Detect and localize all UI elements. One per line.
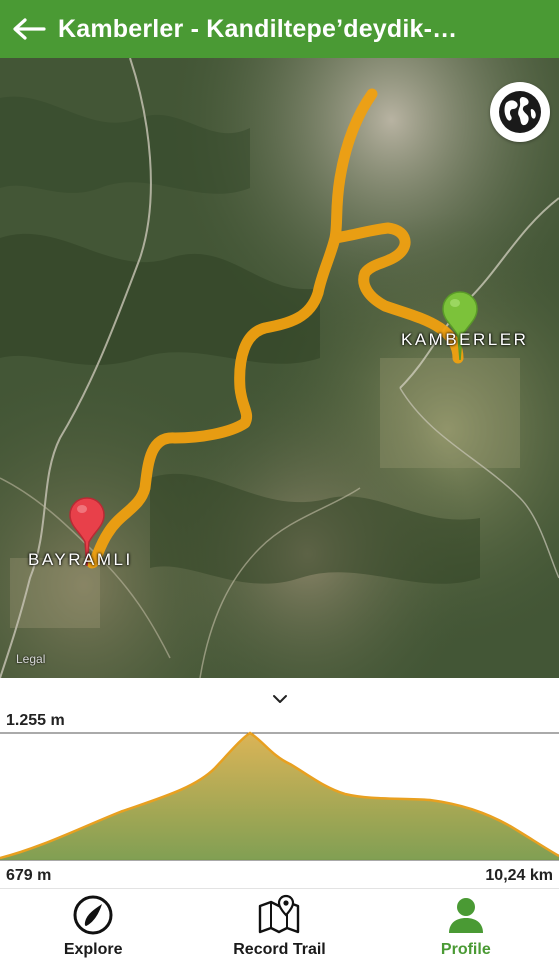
user-icon	[444, 895, 488, 935]
app-header: Kamberler - Kandiltepe’deydik-…	[0, 0, 559, 58]
tab-explore[interactable]: Explore	[0, 889, 186, 960]
collapse-button[interactable]	[265, 688, 295, 710]
trail-map[interactable]: KAMBERLER BAYRAMLI Legal	[0, 58, 559, 678]
tab-record-trail[interactable]: Record Trail	[186, 889, 372, 960]
start-village-label: KAMBERLER	[401, 330, 529, 349]
globe-icon	[499, 91, 541, 133]
elevation-chart	[0, 731, 559, 861]
total-distance-label: 10,24 km	[485, 867, 553, 884]
compass-icon	[71, 895, 115, 935]
elevation-profile-panel: 1.255 m 679 m 10,24 km	[0, 678, 559, 888]
min-elevation-label: 679 m	[6, 867, 52, 884]
tab-label: Profile	[440, 941, 491, 958]
bottom-tab-bar: Explore Record Trail Profile	[0, 888, 559, 960]
tab-profile[interactable]: Profile	[373, 889, 559, 960]
tab-label: Explore	[63, 941, 123, 958]
trail-title: Kamberler - Kandiltepe’deydik-…	[58, 14, 458, 43]
max-elevation-label: 1.255 m	[6, 712, 65, 729]
elevation-area	[0, 733, 559, 860]
tab-label: Record Trail	[233, 941, 326, 958]
map-type-button[interactable]	[490, 82, 550, 142]
end-village-label: BAYRAMLI	[28, 550, 133, 569]
start-pin[interactable]	[441, 290, 479, 362]
legal-link[interactable]: Legal	[16, 652, 45, 666]
map-pin-icon	[257, 894, 301, 935]
satellite-terrain	[0, 58, 559, 678]
back-button[interactable]	[0, 0, 58, 58]
arrow-left-icon	[13, 18, 46, 40]
chevron-down-icon	[273, 695, 287, 703]
